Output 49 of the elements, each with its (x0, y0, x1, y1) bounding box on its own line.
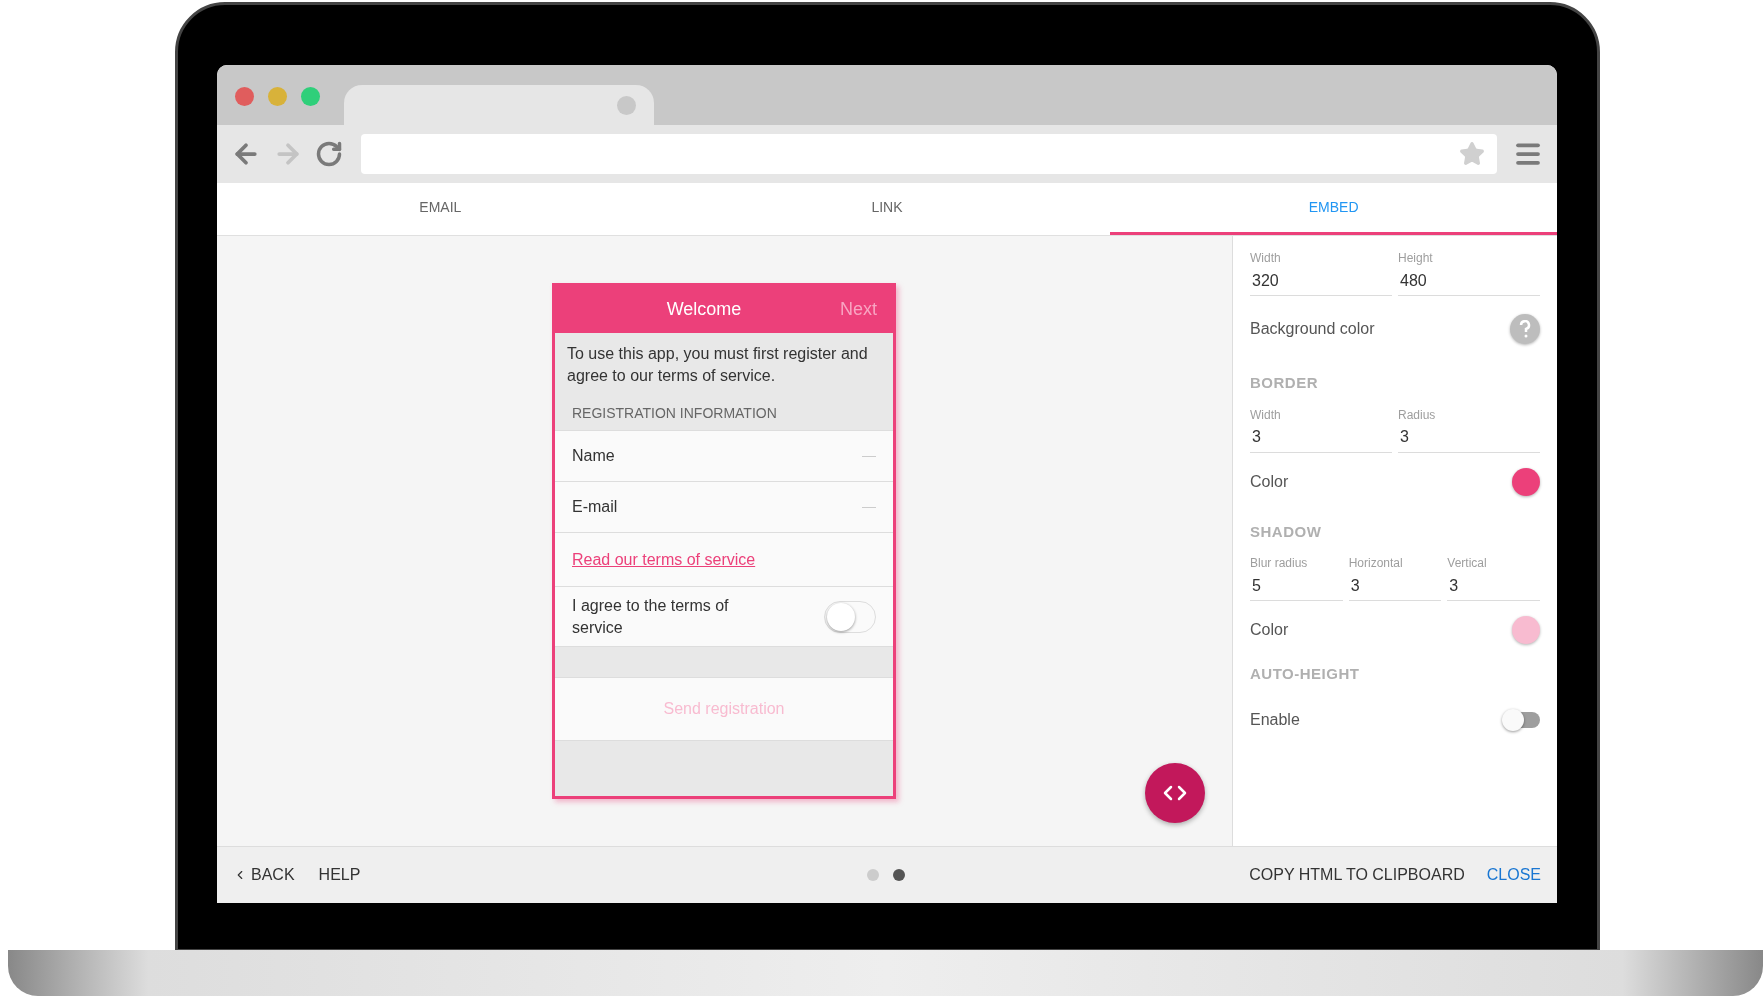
tab-close-icon[interactable] (617, 95, 636, 115)
back-button[interactable]: BACK (233, 863, 295, 887)
border-heading: BORDER (1250, 373, 1319, 393)
help-icon[interactable] (1510, 314, 1540, 344)
input-field[interactable]: 3 (1348, 571, 1442, 601)
agree-toggle[interactable] (824, 600, 876, 633)
dash-icon (862, 455, 876, 457)
enable-toggle[interactable] (1502, 707, 1540, 732)
address-bar[interactable] (361, 134, 1497, 174)
form-field[interactable]: E-mail (555, 481, 893, 532)
input-field[interactable]: 3 (1398, 422, 1540, 453)
dash-icon (862, 506, 876, 508)
auto-height-heading: AUTO-HEIGHT (1250, 664, 1361, 684)
field-label: Width (1250, 406, 1281, 423)
preview-title: Welcome (666, 298, 743, 321)
shadow-heading: SHADOW (1250, 521, 1323, 542)
close-window-icon[interactable] (235, 87, 254, 106)
field-label: Vertical (1447, 555, 1487, 571)
reload-icon[interactable] (315, 140, 343, 168)
input-field[interactable]: 320 (1250, 266, 1392, 296)
form-field[interactable]: Name (555, 430, 893, 481)
tab[interactable]: EMAIL (217, 183, 664, 235)
embed-code-button[interactable] (1145, 763, 1205, 823)
agree-label: I agree to the terms of service (572, 595, 730, 638)
close-button[interactable]: CLOSE (1486, 863, 1541, 887)
input-field[interactable]: 3 (1447, 571, 1540, 601)
minimize-window-icon[interactable] (268, 87, 287, 106)
color-label: Color (1250, 471, 1289, 492)
field-label: Horizontal (1348, 555, 1403, 571)
field-label: Blur radius (1250, 555, 1308, 571)
field-label: Width (1250, 250, 1281, 266)
star-icon[interactable] (1459, 141, 1485, 167)
field-label: Height (1398, 250, 1433, 266)
background-color-label: Background color (1250, 319, 1375, 339)
browser-tab[interactable] (344, 85, 654, 125)
help-button[interactable]: HELP (318, 863, 361, 887)
maximize-window-icon[interactable] (301, 87, 320, 106)
field-label: Radius (1398, 406, 1436, 423)
section-heading: REGISTRATION INFORMATION (571, 404, 778, 423)
intro-text: To use this app, you must first register and agree to our terms of service. (566, 344, 869, 386)
input-field[interactable]: 3 (1250, 422, 1392, 453)
tab[interactable]: LINK (663, 183, 1111, 235)
color-swatch[interactable] (1512, 467, 1540, 496)
enable-label: Enable (1250, 709, 1300, 730)
copy-html-button[interactable]: COPY HTML TO CLIPBOARD (1249, 863, 1465, 887)
color-swatch[interactable] (1512, 616, 1540, 644)
color-label: Color (1250, 620, 1289, 640)
input-field[interactable]: 5 (1250, 571, 1343, 601)
input-field[interactable]: 480 (1398, 266, 1540, 296)
